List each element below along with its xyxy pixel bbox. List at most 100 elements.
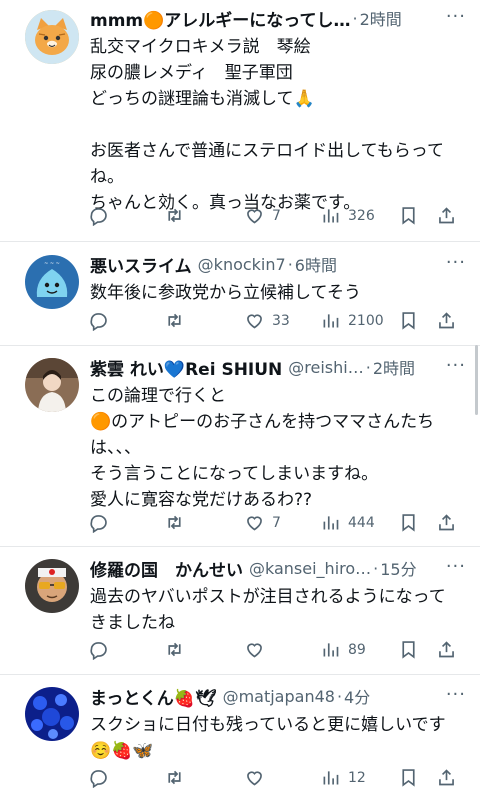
tweet[interactable]: 修羅の国 かんせい @kansei_hiro… · 15分 過去のヤバいポストが…	[0, 547, 480, 675]
reply-action[interactable]	[88, 767, 116, 788]
views-icon	[323, 314, 339, 328]
display-name[interactable]: まっとくん🍓🕊	[90, 684, 217, 709]
views-count: 326	[348, 207, 375, 224]
more-options-icon[interactable]: ···	[446, 355, 466, 376]
retweet-action[interactable]	[164, 205, 192, 226]
separator-dot: ·	[365, 357, 371, 377]
share-action[interactable]	[436, 512, 457, 533]
more-options-icon[interactable]: ···	[446, 6, 466, 27]
views-count: 89	[348, 641, 366, 658]
tweet-header: まっとくん🍓🕊 @matjapan48 · 4分	[90, 683, 468, 709]
share-action[interactable]	[436, 639, 457, 660]
tweet-line: この論理で行くと	[90, 386, 226, 406]
separator-dot: ·	[287, 254, 293, 274]
retweet-action[interactable]	[164, 639, 192, 660]
heart-action[interactable]: 33	[244, 310, 290, 331]
bookmark-action[interactable]	[398, 512, 419, 533]
retweet-action[interactable]	[164, 310, 192, 331]
timeline-feed[interactable]: mmm🟠アレルギーになってし… · 2時間 乱交マイクロキメラ説 琴絵 尿の膿レ…	[0, 0, 480, 800]
reply-icon	[90, 770, 107, 788]
heart-action[interactable]	[244, 767, 272, 788]
share-icon	[439, 514, 454, 531]
likes-count: 7	[272, 514, 281, 531]
reply-action[interactable]	[88, 310, 116, 331]
views-action[interactable]: 89	[320, 639, 366, 660]
tweet[interactable]: ~ ~ ~ 悪いスライム @knockin7 · 6時間 数年後に参政党から立候…	[0, 242, 480, 346]
tweet-line: 愛人に寛容な党だけあるわ??	[90, 490, 313, 510]
tweet-text: 過去のヤバいポストが注目されるようになって きましたね	[90, 584, 468, 636]
display-name[interactable]: 悪いスライム	[90, 252, 192, 277]
bookmark-action[interactable]	[398, 310, 419, 331]
separator-dot: ·	[373, 558, 379, 578]
tweet-header: mmm🟠アレルギーになってし… · 2時間	[90, 5, 468, 31]
bookmark-icon	[402, 514, 415, 532]
timestamp[interactable]: 2時間	[360, 6, 402, 30]
cat-avatar-icon	[25, 10, 79, 64]
tweet-line: 乱交マイクロキメラ説 琴絵	[90, 37, 311, 57]
more-options-icon[interactable]: ···	[446, 252, 466, 273]
views-action[interactable]: 444	[320, 512, 375, 533]
bookmark-action[interactable]	[398, 639, 419, 660]
heart-action[interactable]: 7	[244, 205, 281, 226]
retweet-action[interactable]	[164, 767, 192, 788]
display-name[interactable]: 紫雲 れい💙Rei SHIUN	[90, 355, 282, 380]
user-handle[interactable]: @matjapan48	[223, 687, 335, 706]
user-handle[interactable]: @kansei_hiro…	[249, 559, 371, 578]
retweet-icon	[168, 313, 181, 328]
views-count: 2100	[348, 312, 384, 329]
tweet[interactable]: まっとくん🍓🕊 @matjapan48 · 4分 スクショに日付も残っていると更…	[0, 675, 480, 800]
views-action[interactable]: 326	[320, 205, 375, 226]
views-action[interactable]: 2100	[320, 310, 384, 331]
bookmark-action[interactable]	[398, 205, 419, 226]
avatar[interactable]	[25, 358, 79, 412]
user-handle[interactable]: @knockin7	[198, 255, 286, 274]
heart-action[interactable]	[244, 639, 272, 660]
avatar[interactable]	[25, 559, 79, 613]
user-handle[interactable]: @reishi…	[288, 358, 363, 377]
avatar[interactable]: ~ ~ ~	[25, 255, 79, 309]
share-action[interactable]	[436, 310, 457, 331]
tweet[interactable]: mmm🟠アレルギーになってし… · 2時間 乱交マイクロキメラ説 琴絵 尿の膿レ…	[0, 0, 480, 242]
svg-text:~ ~ ~: ~ ~ ~	[44, 261, 60, 267]
reply-action[interactable]	[88, 512, 116, 533]
action-bar: 7 326	[88, 205, 460, 229]
views-action[interactable]: 12	[320, 767, 366, 788]
tweet-line: 尿の膿レメディ 聖子軍団	[90, 63, 293, 83]
avatar[interactable]	[25, 687, 79, 741]
avatar[interactable]	[25, 10, 79, 64]
more-options-icon[interactable]: ···	[446, 684, 466, 705]
tweet-line: ☺️🍓🦋	[90, 741, 154, 761]
tweet-line: 🟠のアトピーのお子さんを持つママさんたち	[90, 412, 435, 432]
display-name[interactable]: mmm🟠アレルギーになってし…	[90, 6, 350, 31]
share-icon	[439, 769, 454, 786]
bookmark-action[interactable]	[398, 767, 419, 788]
likes-count: 33	[272, 312, 290, 329]
reply-action[interactable]	[88, 205, 116, 226]
display-name[interactable]: 修羅の国 かんせい	[90, 556, 243, 581]
reply-action[interactable]	[88, 639, 116, 660]
tweet[interactable]: 紫雲 れい💙Rei SHIUN @reishi… · 2時間 この論理で行くと …	[0, 346, 480, 547]
tweet-line: そう言うことになってしまいますね。	[90, 464, 379, 484]
share-action[interactable]	[436, 767, 457, 788]
timestamp[interactable]: 6時間	[295, 252, 337, 276]
heart-action[interactable]: 7	[244, 512, 281, 533]
timestamp[interactable]: 4分	[344, 684, 370, 708]
share-icon	[439, 312, 454, 329]
retweet-icon	[168, 770, 181, 785]
tweet-line: 過去のヤバいポストが注目されるようになって	[90, 587, 446, 607]
heart-icon	[247, 209, 262, 224]
scrollbar[interactable]	[475, 345, 478, 415]
timestamp[interactable]: 2時間	[373, 355, 415, 379]
more-options-icon[interactable]: ···	[446, 556, 466, 577]
reply-icon	[90, 313, 107, 331]
share-action[interactable]	[436, 205, 457, 226]
views-icon	[323, 516, 339, 530]
heart-icon	[247, 643, 262, 658]
bookmark-icon	[402, 769, 415, 787]
reply-icon	[90, 208, 107, 226]
share-icon	[439, 207, 454, 224]
reply-icon	[90, 642, 107, 660]
retweet-action[interactable]	[164, 512, 192, 533]
timestamp[interactable]: 15分	[380, 556, 416, 580]
action-bar: 33 2100	[88, 310, 460, 334]
